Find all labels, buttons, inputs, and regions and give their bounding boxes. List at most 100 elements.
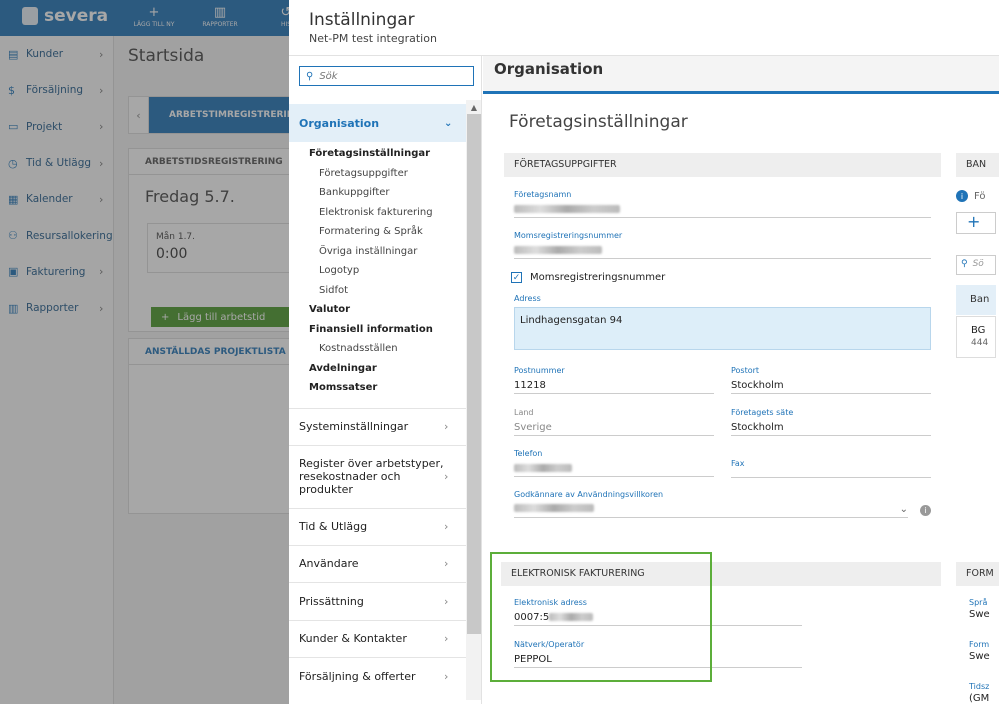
vat-checkbox-row[interactable]: ✓ Momsregistreringsnummer: [511, 272, 665, 283]
field-label: Företagets säte: [731, 408, 794, 417]
field-value: [514, 204, 931, 218]
chevron-down-icon: ⌄: [899, 504, 908, 515]
chevron-right-icon: ›: [444, 557, 449, 570]
field-value: ⌄: [514, 504, 908, 518]
highlight-box: [490, 552, 712, 682]
nav-item-label: Organisation: [299, 116, 380, 130]
fax-field[interactable]: Fax: [731, 449, 931, 478]
city-field[interactable]: Postort Stockholm: [731, 366, 931, 394]
field-value: Sverige: [514, 422, 714, 436]
timezone-field[interactable]: Tidsz (GM: [969, 682, 999, 704]
nav-item[interactable]: Användare ›: [289, 544, 466, 582]
company-seat-field[interactable]: Företagets säte Stockholm: [731, 408, 931, 436]
nav-subitem[interactable]: Övriga inställningar: [289, 242, 466, 262]
nav-scrollbar[interactable]: ▲: [466, 100, 481, 700]
field-value: [514, 245, 931, 259]
settings-title: Inställningar: [309, 10, 415, 30]
bank-search-input[interactable]: ⚲ Sö: [956, 255, 996, 275]
content-header: Organisation: [483, 56, 999, 94]
field-value: Stockholm: [731, 422, 931, 436]
bank-search-placeholder: Sö: [972, 259, 984, 269]
info-icon: i: [956, 190, 968, 202]
bank-info-text: Fö: [974, 190, 986, 202]
chevron-right-icon: ›: [444, 632, 449, 645]
scroll-thumb[interactable]: [467, 114, 481, 634]
nav-item-label: Försäljning & offerter: [299, 669, 416, 683]
nav-item-label: Prissättning: [299, 594, 364, 608]
info-icon[interactable]: i: [920, 505, 931, 516]
search-input[interactable]: [319, 70, 460, 82]
nav-subitem[interactable]: Logotyp: [289, 261, 466, 281]
field-label: Tidsz: [969, 682, 990, 691]
nav-item[interactable]: Systeminställningar ›: [289, 407, 466, 445]
nav-subitem[interactable]: Valutor: [289, 300, 466, 320]
nav-subitem[interactable]: Sidfot: [289, 281, 466, 301]
redacted-text: [514, 464, 572, 472]
settings-nav: ⚲ ▲ Organisation ⌄ Företagsinställningar…: [289, 56, 482, 704]
chevron-down-icon: ⌄: [444, 117, 453, 129]
field-label: Postort: [731, 366, 760, 375]
nav-item-label: Användare: [299, 557, 359, 570]
scroll-up-icon[interactable]: ▲: [466, 100, 481, 114]
bank-row[interactable]: BG 444: [956, 316, 996, 358]
vat-number-field[interactable]: Momsregistreringsnummer: [514, 231, 931, 259]
field-value: Swe: [969, 651, 990, 662]
search-box[interactable]: ⚲: [299, 66, 474, 86]
checkbox-checked-icon[interactable]: ✓: [511, 272, 522, 283]
nav-item[interactable]: Kunder & Kontakter ›: [289, 619, 466, 657]
bank-table-header: Ban: [956, 285, 996, 315]
field-value: 11218: [514, 380, 714, 394]
field-label: Momsregistreringsnummer: [514, 231, 623, 240]
nav-item-organisation[interactable]: Organisation ⌄: [289, 104, 466, 142]
nav-subitem[interactable]: Momssatser: [289, 378, 466, 398]
settings-header: Inställningar Net-PM test integration: [289, 0, 999, 56]
nav-item-label: Tid & Utlägg: [299, 520, 368, 533]
field-label: Företagsnamn: [514, 190, 572, 199]
content-title: Organisation: [494, 60, 604, 78]
settings-content: Organisation Företagsinställningar FÖRET…: [483, 56, 999, 704]
chevron-right-icon: ›: [444, 594, 449, 608]
field-label: Postnummer: [514, 366, 565, 375]
nav-subitem[interactable]: Avdelningar: [289, 359, 466, 379]
section-title: Företagsinställningar: [509, 112, 688, 132]
nav-subitem[interactable]: Elektronisk fakturering: [289, 203, 466, 223]
field-label: Land: [514, 408, 534, 417]
nav-list: Organisation ⌄ Företagsinställningar Före…: [289, 104, 466, 695]
nav-subitem[interactable]: Formatering & Språk: [289, 222, 466, 242]
field-label: Språ: [969, 598, 988, 607]
postal-code-field[interactable]: Postnummer 11218: [514, 366, 714, 394]
company-box-header: FÖRETAGSUPPGIFTER: [504, 153, 941, 177]
terms-approver-select[interactable]: Godkännare av Användningsvillkoren ⌄: [514, 490, 908, 518]
redacted-text: [514, 205, 620, 213]
field-value: [731, 469, 931, 478]
field-label: Telefon: [514, 449, 543, 458]
nav-item[interactable]: Register över arbetstyper, resekostnader…: [289, 444, 466, 508]
nav-subitem[interactable]: Företagsinställningar: [289, 144, 466, 164]
field-value: Swe: [969, 609, 990, 620]
nav-subitem[interactable]: Kostnadsställen: [289, 339, 466, 359]
chevron-right-icon: ›: [444, 669, 449, 683]
nav-subitem[interactable]: Bankuppgifter: [289, 183, 466, 203]
nav-subitem[interactable]: Finansiell information: [289, 320, 466, 340]
format-field[interactable]: Form Swe: [969, 640, 999, 665]
nav-subitems: Företagsinställningar Företagsuppgifter Ba…: [289, 144, 466, 398]
nav-subitem[interactable]: Företagsuppgifter: [289, 164, 466, 184]
chevron-right-icon: ›: [444, 420, 449, 433]
plus-icon: +: [967, 212, 981, 231]
company-name-field[interactable]: Företagsnamn: [514, 190, 931, 218]
address-field[interactable]: Lindhagensgatan 94: [514, 307, 931, 350]
bank-box-header: BAN: [956, 153, 999, 177]
phone-field[interactable]: Telefon: [514, 449, 714, 477]
country-field: Land Sverige: [514, 408, 714, 436]
language-field[interactable]: Språ Swe: [969, 598, 999, 623]
chevron-right-icon: ›: [444, 520, 449, 533]
nav-item-label: Systeminställningar: [299, 420, 409, 433]
nav-item[interactable]: Prissättning ›: [289, 581, 466, 620]
nav-item[interactable]: Tid & Utlägg ›: [289, 507, 466, 545]
add-bank-button[interactable]: +: [956, 212, 996, 234]
field-value: Stockholm: [731, 380, 931, 394]
search-icon: ⚲: [961, 259, 968, 269]
field-value: [514, 463, 714, 477]
nav-item[interactable]: Försäljning & offerter ›: [289, 656, 466, 695]
